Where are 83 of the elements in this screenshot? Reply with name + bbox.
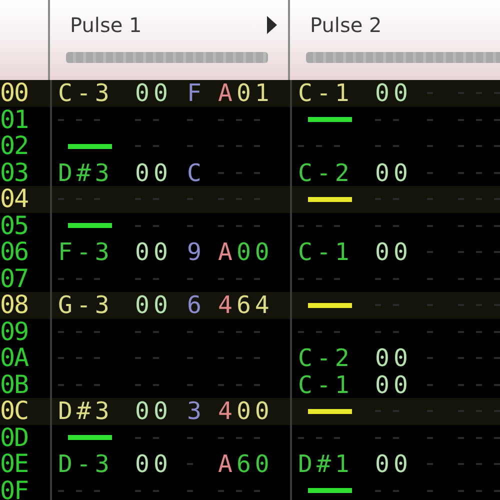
row-number: 0F [0,478,30,500]
instrument-text: 00 [375,372,413,398]
pattern-row[interactable]: 01 [0,106,500,133]
pattern-row[interactable]: 0B C-1 00 [0,372,500,398]
empty-field-mark [458,198,500,200]
instrument-text: 00 [375,345,413,372]
channel-header[interactable]: Pulse 2 [290,0,500,80]
pattern-row[interactable]: 09 [0,318,500,345]
row-number: 06 [0,239,30,266]
instrument-text: 00 [375,451,413,478]
effect-text: A60 [218,451,274,478]
pattern-row[interactable]: 04 [0,186,500,212]
instrument-text: 00 [375,160,413,186]
row-number: 02 [0,133,30,160]
empty-field-mark [458,145,500,148]
instrument-text: 00 [375,239,413,266]
effect-text: A00 [218,239,274,266]
volume-text: 6 [187,292,206,318]
pattern-row[interactable]: 07 [0,266,500,292]
empty-field-mark [458,92,500,94]
row-number: 0E [0,451,30,478]
empty-field-mark [458,224,500,227]
expand-arrow-icon[interactable] [266,15,278,35]
note-text: D#3 [58,398,114,424]
note-text: C-3 [58,80,114,106]
channel-name: Pulse 1 [70,13,142,37]
note-text: D#3 [58,160,114,186]
empty-field-mark [458,384,500,386]
row-number: 0B [0,372,30,398]
note-text: C-1 [298,239,354,266]
row-number: 0A [0,345,30,372]
instrument-text: 00 [135,80,173,106]
empty-field-mark [458,490,500,492]
row-number: 03 [0,160,30,186]
row-number: 01 [0,106,30,133]
volume-text: 9 [187,239,206,266]
note-text: C-1 [298,372,354,398]
volume-text: 3 [187,398,206,424]
note-text: D-3 [58,451,114,478]
empty-field-mark [458,330,500,333]
empty-field-mark [458,172,500,174]
empty-field-mark [458,463,500,466]
empty-field-mark [458,410,500,412]
note-text: C-2 [298,345,354,372]
note-text: D#1 [298,451,354,478]
row-number: 0D [0,424,30,451]
instrument-text: 00 [135,160,173,186]
row-number: 09 [0,318,30,345]
instrument-text: 00 [135,398,173,424]
volume-text: C [187,160,206,186]
pattern-row[interactable]: 06 F-3 00 9 A00 C-1 00 [0,239,500,266]
channel-name: Pulse 2 [310,13,382,37]
pattern-row[interactable]: 02 [0,133,500,160]
pattern-row[interactable]: 0E D-3 00 A60 D#1 00 [0,451,500,478]
note-text: G-3 [58,292,114,318]
pattern-row[interactable]: 05 [0,212,500,239]
pattern-row[interactable]: 0D [0,424,500,451]
row-number: 07 [0,266,30,292]
row-number: 0C [0,398,30,424]
note-text: C-2 [298,160,354,186]
empty-field-mark [458,278,500,280]
empty-field-mark [458,436,500,439]
pattern-row[interactable]: 0F [0,478,500,500]
effect-text: A01 [218,80,274,106]
empty-field-mark [458,304,500,306]
row-number: 04 [0,186,30,212]
channel-header[interactable]: Pulse 1 [50,0,290,80]
volume-text: F [187,80,206,106]
pattern-row[interactable]: 03 D#3 00 C C-2 00 [0,160,500,186]
empty-field-mark [458,251,500,254]
empty-field-mark [458,357,500,360]
row-number: 00 [0,80,30,106]
row-number: 08 [0,292,30,318]
instrument-text: 00 [135,239,173,266]
instrument-text: 00 [375,80,413,106]
instrument-text: 00 [135,451,173,478]
row-number: 05 [0,212,30,239]
pattern-row[interactable]: 0A C-2 00 [0,345,500,372]
note-text: C-1 [298,80,354,106]
note-text: F-3 [58,239,114,266]
empty-field-mark [458,118,500,121]
pattern-row[interactable]: 00 C-3 00 F A01 C-1 00 [0,80,500,106]
instrument-text: 00 [135,292,173,318]
